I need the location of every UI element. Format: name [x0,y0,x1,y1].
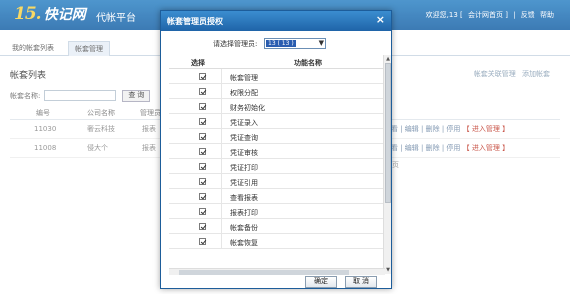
col-function-name: 功能名称 [294,59,322,67]
permission-checkbox[interactable] [199,133,206,140]
permission-checkbox[interactable] [199,88,206,95]
scroll-thumb[interactable] [385,63,391,203]
admin-select-row: 请选择管理员: 13 ( 13 ) ▼ [161,38,381,50]
column-divider [221,219,222,234]
column-divider [221,159,222,174]
permission-checkbox[interactable] [199,193,206,200]
admin-select-label: 请选择管理员: [213,40,258,48]
chevron-down-icon: ▼ [318,39,324,47]
admin-authorization-dialog: 帐套管理员授权 × 请选择管理员: 13 ( 13 ) ▼ 选择 功能名称 帐套… [160,10,392,289]
permission-name: 凭证审核 [230,149,258,157]
permission-checkbox[interactable] [199,223,206,230]
scroll-down-icon[interactable]: ▼ [384,266,392,274]
permission-row: 帐套备份 [169,219,387,234]
admin-selected-value: 13 ( 13 ) [266,40,296,47]
permission-checkbox[interactable] [199,208,206,215]
column-divider [221,204,222,219]
permission-list: 选择 功能名称 帐套管理权限分配财务初始化凭证录入凭证查询凭证审核凭证打印凭证引… [169,55,387,268]
column-divider [221,129,222,144]
permission-list-header: 选择 功能名称 [169,55,387,69]
permission-name: 凭证引用 [230,179,258,187]
permission-row: 权限分配 [169,84,387,99]
permission-name: 帐套备份 [230,224,258,232]
column-divider [221,174,222,189]
cancel-button[interactable]: 取 消 [345,276,377,288]
permission-checkbox[interactable] [199,118,206,125]
permission-row: 凭证录入 [169,114,387,129]
permission-checkbox[interactable] [199,148,206,155]
ok-button[interactable]: 确定 [305,276,337,288]
permission-row: 凭证审核 [169,144,387,159]
permission-checkbox[interactable] [199,73,206,80]
col-select: 选择 [191,59,205,67]
vertical-scrollbar[interactable]: ▲ ▼ [383,55,391,274]
permission-row: 凭证打印 [169,159,387,174]
permission-name: 凭证查询 [230,134,258,142]
column-divider [221,234,222,249]
permission-name: 帐套恢复 [230,239,258,247]
column-divider [221,84,222,99]
permission-name: 查看报表 [230,194,258,202]
permission-row: 查看报表 [169,189,387,204]
column-divider [221,114,222,129]
permission-checkbox[interactable] [199,163,206,170]
dialog-title: 帐套管理员授权 [167,17,223,26]
permission-name: 权限分配 [230,89,258,97]
permission-row: 报表打印 [169,204,387,219]
permission-name: 帐套管理 [230,74,258,82]
permission-row: 帐套恢复 [169,234,387,249]
permission-row: 凭证查询 [169,129,387,144]
column-divider [221,144,222,159]
dialog-header: 帐套管理员授权 × [161,11,391,31]
permission-name: 凭证录入 [230,119,258,127]
close-icon[interactable]: × [376,14,385,26]
permission-checkbox[interactable] [199,178,206,185]
permission-row: 帐套管理 [169,69,387,84]
permission-checkbox[interactable] [199,103,206,110]
permission-row: 凭证引用 [169,174,387,189]
permission-row: 财务初始化 [169,99,387,114]
permission-checkbox[interactable] [199,238,206,245]
dialog-footer: 确定 取 消 [161,275,391,289]
column-divider [221,69,222,84]
scroll-up-icon[interactable]: ▲ [384,55,392,63]
admin-select[interactable]: 13 ( 13 ) ▼ [264,38,326,49]
column-divider [221,189,222,204]
permission-name: 凭证打印 [230,164,258,172]
permission-name: 报表打印 [230,209,258,217]
permission-name: 财务初始化 [230,104,265,112]
horizontal-scrollbar[interactable] [169,268,385,275]
column-divider [221,99,222,114]
